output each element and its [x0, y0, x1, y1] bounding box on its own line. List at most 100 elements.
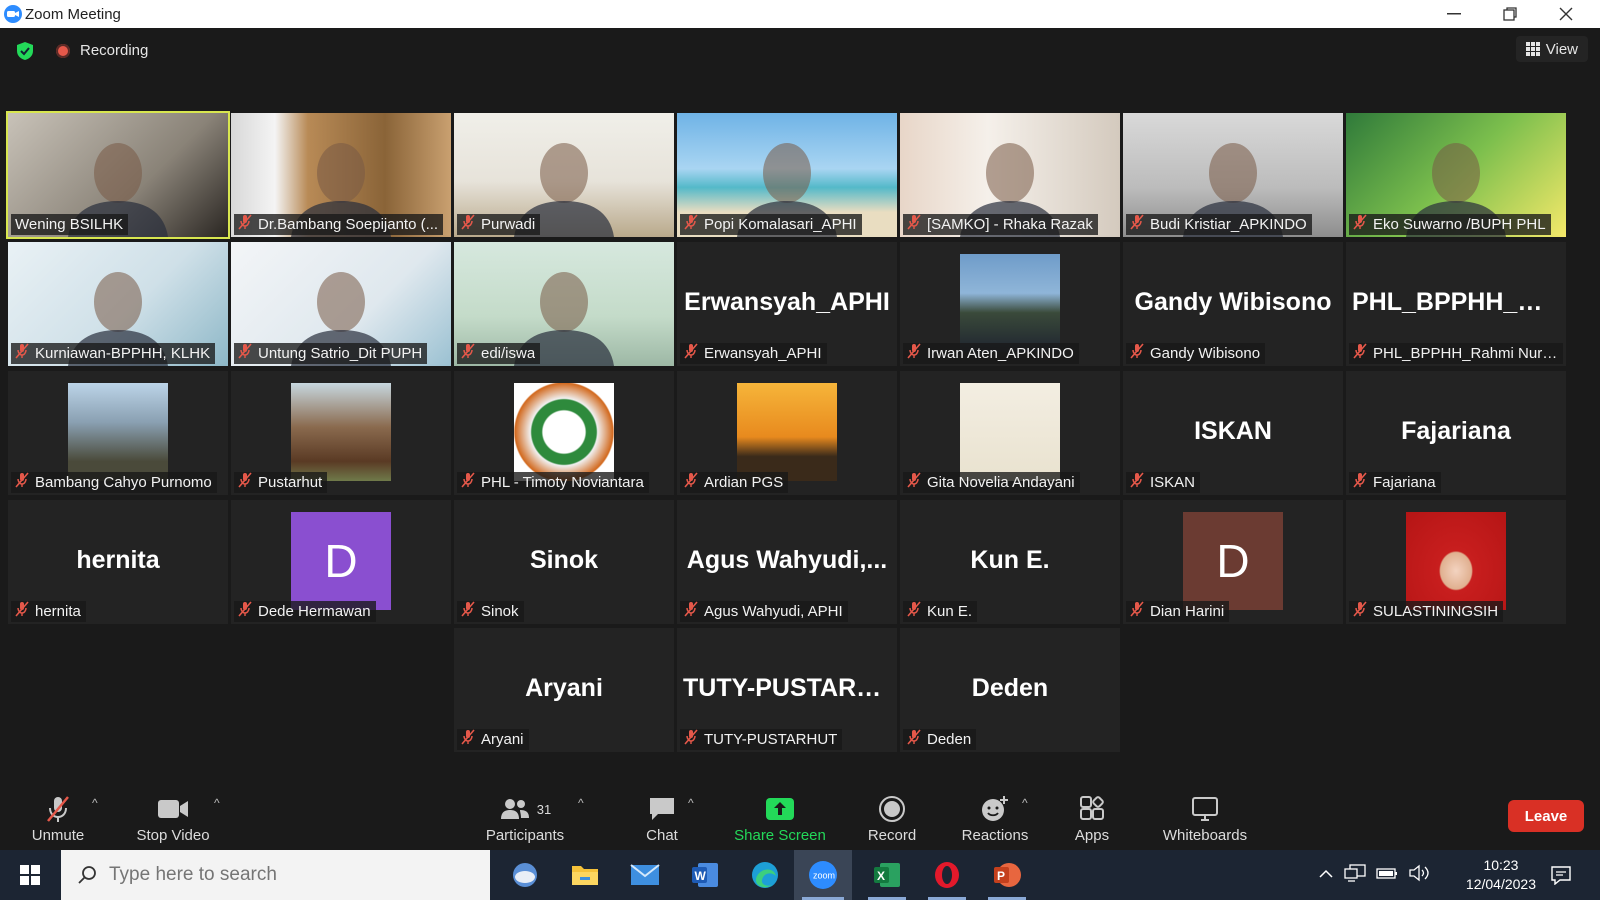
participant-tile-popi-komalasari-aphi[interactable]: Popi Komalasari_APHI [677, 113, 897, 237]
participant-name-label: Gandy Wibisono [1126, 343, 1266, 364]
participant-tile-agus-wahyudi-aphi[interactable]: Agus Wahyudi,... Agus Wahyudi, APHI [677, 500, 897, 624]
share-screen-button[interactable]: Share Screen [730, 786, 830, 850]
chat-label: Chat [646, 827, 678, 844]
participant-name-label: Aryani [457, 729, 529, 750]
taskbar-outlook-app[interactable] [498, 850, 552, 900]
show-hidden-icons-chevron-icon[interactable] [1318, 866, 1334, 884]
audio-options-caret[interactable]: ^ [92, 796, 98, 810]
participant-name-label: SULASTININGSIH [1349, 601, 1504, 622]
view-button[interactable]: View [1515, 36, 1588, 62]
restore-button[interactable] [1482, 0, 1538, 28]
windows-start-button[interactable] [10, 860, 50, 890]
participant-name: Sinok [481, 603, 519, 620]
taskbar-file-explorer-app[interactable] [558, 850, 612, 900]
volume-icon[interactable] [1408, 864, 1430, 887]
minimize-button[interactable] [1426, 0, 1482, 28]
participant-name: Agus Wahyudi, APHI [704, 603, 843, 620]
search-input[interactable] [107, 863, 471, 887]
participant-tile-wening-bsilhk[interactable]: Wening BSILHK [6, 111, 230, 239]
excel-icon: X [874, 863, 900, 887]
participant-tile-purwadi[interactable]: Purwadi [454, 113, 674, 237]
taskbar-excel-app[interactable]: X [860, 850, 914, 900]
participant-name: Popi Komalasari_APHI [704, 216, 857, 233]
taskbar-clock[interactable]: 10:23 12/04/2023 [1466, 856, 1536, 894]
participant-tile-gandy-wibisono[interactable]: Gandy Wibisono Gandy Wibisono [1123, 242, 1343, 366]
participant-tile-sulastiningsih[interactable]: SULASTININGSIH [1346, 500, 1566, 624]
participant-tile-iskan[interactable]: ISKAN ISKAN [1123, 371, 1343, 495]
view-label: View [1545, 40, 1578, 58]
smiley-plus-icon [980, 791, 1010, 827]
participant-tile-fajariana[interactable]: Fajariana Fajariana [1346, 371, 1566, 495]
participant-name: SULASTININGSIH [1373, 603, 1499, 620]
participant-tile-deden[interactable]: Deden Deden [900, 628, 1120, 752]
battery-icon[interactable] [1376, 866, 1398, 885]
participant-tile-sinok[interactable]: Sinok Sinok [454, 500, 674, 624]
taskbar-edge-app[interactable] [738, 850, 792, 900]
taskbar-powerpoint-app[interactable]: P [980, 850, 1034, 900]
taskbar-mail-app[interactable] [618, 850, 672, 900]
participant-tile-ardian-pgs[interactable]: Ardian PGS [677, 371, 897, 495]
muted-mic-icon [15, 601, 29, 622]
participant-name-label: Eko Suwarno /BUPH PHL [1349, 214, 1551, 235]
participant-tile-aryani[interactable]: Aryani Aryani [454, 628, 674, 752]
participant-tile-pustarhut[interactable]: Pustarhut [231, 371, 451, 495]
participant-tile-samko-rhaka-razak[interactable]: [SAMKO] - Rhaka Razak [900, 113, 1120, 237]
participant-tile-dr-bambang-soepijanto[interactable]: Dr.Bambang Soepijanto (... [231, 113, 451, 237]
participant-tile-untung-satrio-dit-puph[interactable]: Untung Satrio_Dit PUPH [231, 242, 451, 366]
participant-name: Dr.Bambang Soepijanto (... [258, 216, 439, 233]
participant-tile-budi-kristiar-apkindo[interactable]: Budi Kristiar_APKINDO [1123, 113, 1343, 237]
participant-name-label: TUTY-PUSTARHUT [680, 729, 843, 750]
leave-button[interactable]: Leave [1508, 800, 1584, 832]
notifications-button[interactable] [1536, 850, 1586, 900]
powerpoint-icon: P [994, 863, 1021, 887]
participant-profile-picture [1406, 512, 1506, 610]
taskbar-opera-app[interactable] [920, 850, 974, 900]
participant-tile-tuty-pustarhut[interactable]: TUTY-PUSTARH... TUTY-PUSTARHUT [677, 628, 897, 752]
participant-tile-phl-bpphh-rahmi-nurhi[interactable]: PHL_BPPHH_Ra... PHL_BPPHH_Rahmi Nurhi... [1346, 242, 1566, 366]
participant-display-name: TUTY-PUSTARH... [683, 674, 896, 702]
participant-name: Budi Kristiar_APKINDO [1150, 216, 1307, 233]
reactions-options-caret[interactable]: ^ [1022, 796, 1028, 810]
taskbar-zoom-app[interactable]: zoom [794, 850, 852, 900]
participant-tile-phl-timoty-noviantara[interactable]: PHL - Timoty Noviantara [454, 371, 674, 495]
meeting-controls: Unmute ^ Stop Video ^ 31 Participants ^ … [0, 786, 1600, 850]
participants-options-caret[interactable]: ^ [578, 796, 584, 810]
whiteboards-button[interactable]: Whiteboards [1150, 786, 1260, 850]
participant-profile-picture [514, 383, 614, 481]
participant-tile-kurniawan-bpphh-klhk[interactable]: Kurniawan-BPPHH, KLHK [8, 242, 228, 366]
chat-options-caret[interactable]: ^ [688, 796, 694, 810]
participant-name: Kurniawan-BPPHH, KLHK [35, 345, 211, 362]
participant-tile-erwansyah-aphi[interactable]: Erwansyah_APHI Erwansyah_APHI [677, 242, 897, 366]
participants-button[interactable]: 31 Participants [480, 786, 570, 850]
participant-tile-kun-e[interactable]: Kun E. Kun E. [900, 500, 1120, 624]
stop-video-button[interactable]: Stop Video [128, 786, 218, 850]
participant-tile-dede-hermawan[interactable]: D Dede Hermawan [231, 500, 451, 624]
record-button[interactable]: Record [852, 786, 932, 850]
participant-tile-bambang-cahyo-purnomo[interactable]: Bambang Cahyo Purnomo [8, 371, 228, 495]
network-icon[interactable] [1344, 863, 1366, 887]
participant-name-label: Dian Harini [1126, 601, 1230, 622]
participant-tile-hernita[interactable]: hernita hernita [8, 500, 228, 624]
muted-mic-icon [907, 343, 921, 364]
muted-mic-icon [907, 214, 921, 235]
taskbar-search-box[interactable] [61, 850, 490, 900]
muted-mic-icon [15, 343, 29, 364]
recording-indicator[interactable]: Recording [56, 42, 148, 59]
participant-tile-irwan-aten-apkindo[interactable]: Irwan Aten_APKINDO [900, 242, 1120, 366]
participant-name: Gita Novelia Andayani [927, 474, 1075, 491]
participant-profile-picture [68, 383, 168, 481]
participant-tile-edi-iswa[interactable]: edi/iswa [454, 242, 674, 366]
meeting-area: Recording View Wening BSILHK Dr.Bambang S… [0, 28, 1600, 786]
close-button[interactable] [1538, 0, 1594, 28]
participant-tile-gita-novelia-andayani[interactable]: Gita Novelia Andayani [900, 371, 1120, 495]
apps-button[interactable]: Apps [1052, 786, 1132, 850]
taskbar-word-app[interactable]: W [678, 850, 732, 900]
video-options-caret[interactable]: ^ [214, 796, 220, 810]
unmute-button[interactable]: Unmute [18, 786, 98, 850]
muted-mic-icon [684, 343, 698, 364]
participant-tile-eko-suwarno-buph-phl[interactable]: Eko Suwarno /BUPH PHL [1346, 113, 1566, 237]
participant-display-name: Agus Wahyudi,... [686, 546, 888, 574]
participant-tile-dian-harini[interactable]: D Dian Harini [1123, 500, 1343, 624]
muted-mic-icon [15, 472, 29, 493]
encryption-shield-icon[interactable] [14, 40, 36, 67]
